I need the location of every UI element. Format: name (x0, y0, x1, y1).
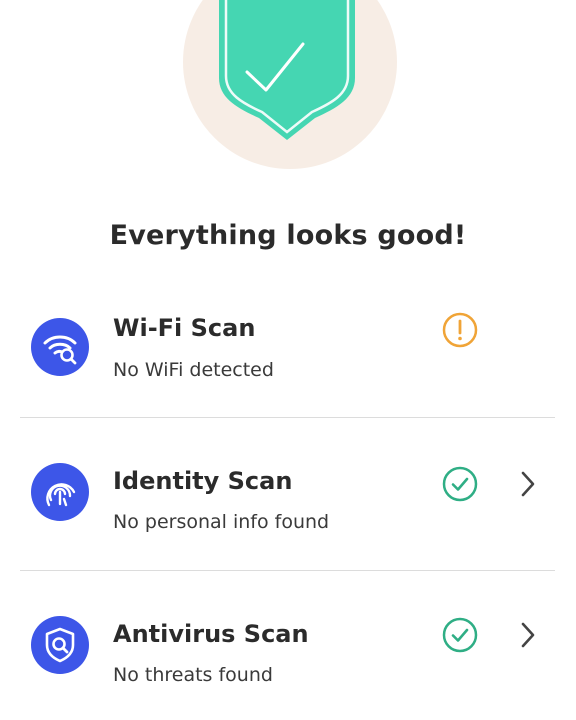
wifi-search-icon (31, 318, 89, 376)
scan-title: Antivirus Scan (113, 620, 309, 648)
shield-check-icon (219, 0, 355, 140)
scan-subtitle: No personal info found (113, 511, 330, 533)
divider (20, 570, 555, 571)
fingerprint-icon (31, 463, 89, 521)
divider (20, 417, 555, 418)
hero-section (0, 0, 576, 200)
warning-icon (442, 312, 478, 348)
scan-title: Identity Scan (113, 467, 293, 495)
chevron-right-icon[interactable] (518, 469, 538, 499)
chevron-right-icon[interactable] (518, 620, 538, 650)
scan-title: Wi-Fi Scan (113, 314, 256, 342)
check-circle-icon (442, 466, 478, 502)
shield-search-icon (31, 616, 89, 674)
scan-row-antivirus[interactable]: Antivirus Scan No threats found (0, 596, 576, 720)
scan-subtitle: No threats found (113, 664, 273, 686)
scan-subtitle: No WiFi detected (113, 359, 274, 381)
check-circle-icon (442, 617, 478, 653)
status-headline: Everything looks good! (109, 220, 467, 251)
